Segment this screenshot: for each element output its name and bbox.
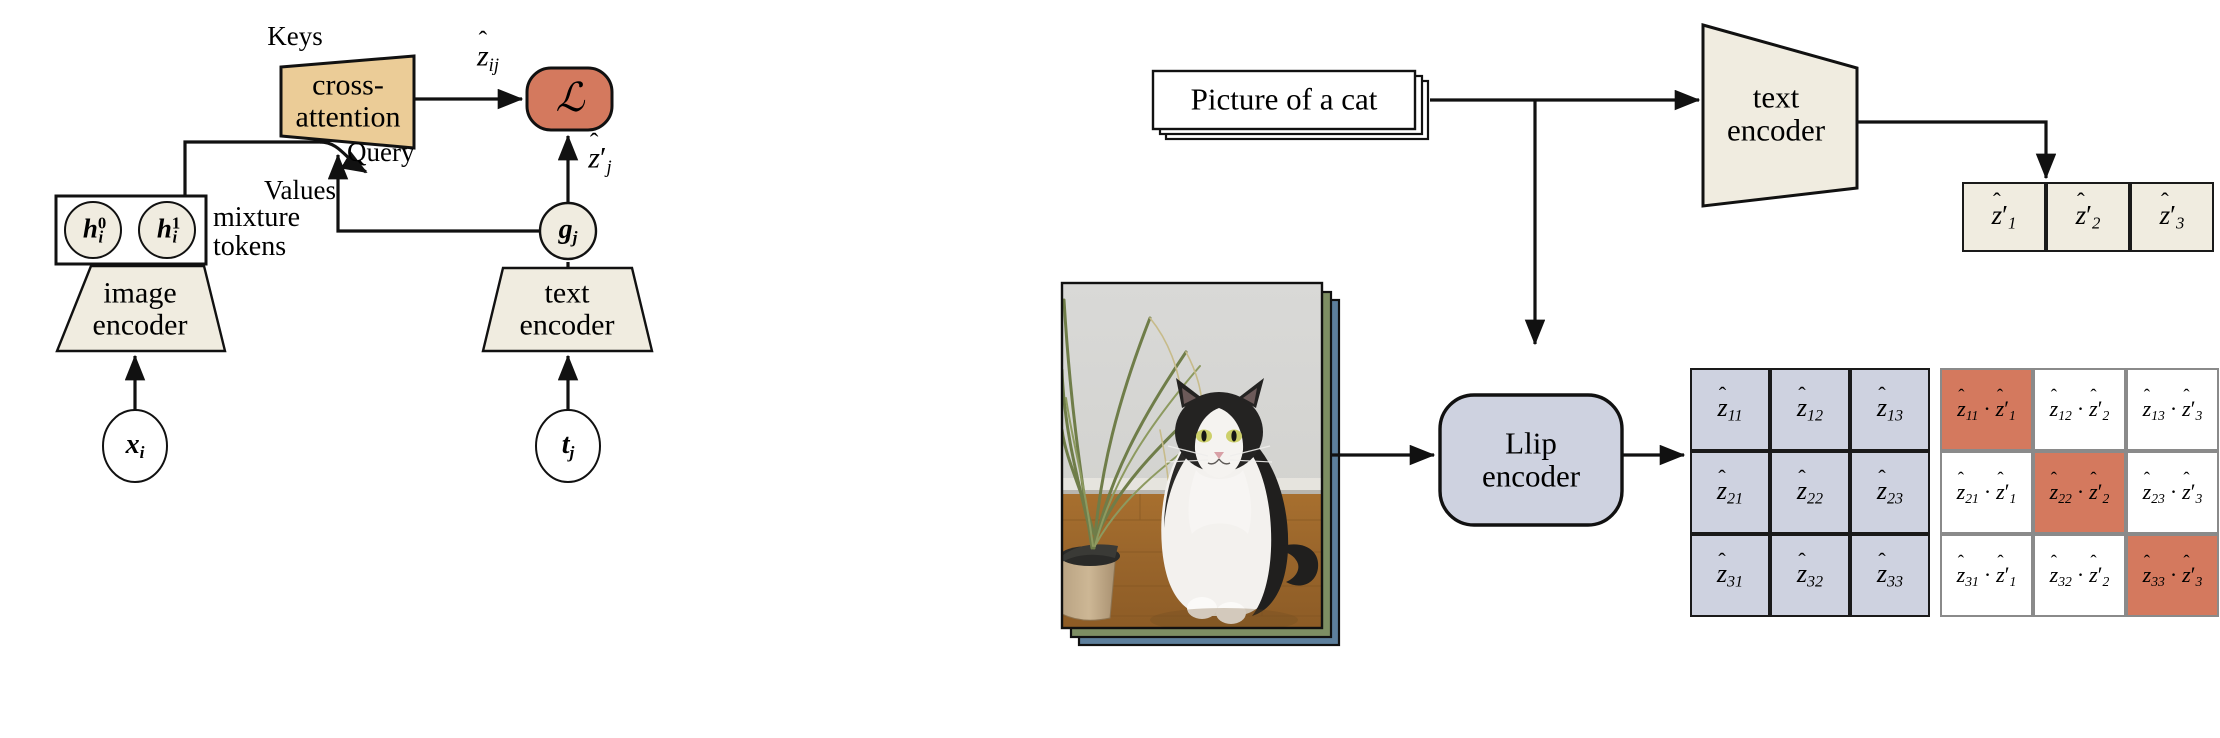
mixture-token-0-label: h0i (82, 213, 107, 247)
caption-box-text: Picture of a cat (1190, 81, 1378, 117)
zprime-cell: ̂z′2 (2046, 182, 2130, 252)
dot-cell: ̂z23·̂z′3 (2126, 451, 2219, 534)
zprime-cell: ̂z′1 (1962, 182, 2046, 252)
mixture-token-1-label: h1i (156, 213, 181, 247)
values-label: Values (264, 174, 336, 205)
z-matrix-cell: ̂z32 (1770, 534, 1850, 617)
dot-cell: ̂z13·̂z′3 (2126, 368, 2219, 451)
z-matrix-cell: ̂z23 (1850, 451, 1930, 534)
image-encoder-label: image encoder (92, 276, 188, 341)
connector-text-encoder-to-zprime (1857, 120, 2057, 180)
llip-encoder-label: Llip encoder (1481, 425, 1581, 493)
z-matrix-cell: ̂z33 (1850, 534, 1930, 617)
zprime-cell: ̂z′3 (2130, 182, 2214, 252)
z-matrix-cell: ̂z22 (1770, 451, 1850, 534)
dot-cell-match: ̂z33·̂z′3 (2126, 534, 2219, 617)
keys-label: Keys (267, 20, 323, 51)
xi-label: xi (125, 428, 145, 462)
dot-cell: ̂z21·̂z′1 (1940, 451, 2033, 534)
z-hat-prime-j-label: ̂z′j (588, 141, 612, 178)
mixture-tokens-caption: mixture tokens (213, 202, 301, 263)
figure-canvas: Keys Values Query cross- attention ℒ ̂zi… (0, 0, 2220, 738)
z-matrix-cell: ̂z13 (1850, 368, 1930, 451)
cat-photo (1062, 283, 1322, 628)
loss-symbol: ℒ (555, 75, 585, 121)
text-encoder-label-left: text encoder (519, 276, 615, 341)
z-hat-ij-label: ̂zij (476, 39, 500, 76)
z-matrix-cell: ̂z21 (1690, 451, 1770, 534)
z-matrix-cell: ̂z11 (1690, 368, 1770, 451)
dot-cell-match: ̂z11·̂z′1 (1940, 368, 2033, 451)
z-matrix-cell: ̂z31 (1690, 534, 1770, 617)
text-encoder-label-right: text encoder (1726, 79, 1826, 147)
cross-attention-label: cross- attention (295, 68, 401, 133)
dot-cell-match: ̂z22·̂z′2 (2033, 451, 2126, 534)
connector-caption-to-text-encoder (1430, 89, 1701, 346)
tj-label: tj (561, 428, 575, 462)
dot-cell: ̂z12·̂z′2 (2033, 368, 2126, 451)
dot-cell: ̂z32·̂z′2 (2033, 534, 2126, 617)
z-matrix-cell: ̂z12 (1770, 368, 1850, 451)
gj-label: gj (558, 213, 578, 247)
dot-cell: ̂z31·̂z′1 (1940, 534, 2033, 617)
query-label: Query (347, 137, 415, 167)
